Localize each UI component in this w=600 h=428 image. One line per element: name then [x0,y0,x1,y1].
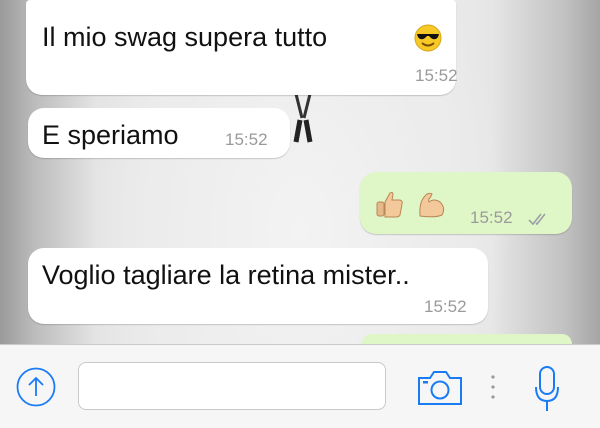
mic-icon[interactable] [534,365,560,413]
background-scissors-graphic [293,93,313,143]
thumbs-up-emoji-icon [376,191,403,218]
message-text: Voglio tagliare la retina mister.. [42,260,410,290]
message-composer-bar [0,344,600,428]
message-text: E speriamo [42,120,179,150]
flexed-biceps-emoji-icon [419,192,445,218]
sunglasses-emoji-icon [414,24,442,52]
read-receipt-icon [528,213,546,226]
message-text: Il mio swag supera tutto [42,22,328,52]
more-options-icon[interactable] [490,373,496,403]
message-input[interactable] [78,362,386,410]
message-time: 15:52 [470,208,513,227]
camera-icon[interactable] [416,369,464,407]
message-time: 15:52 [415,66,458,85]
message-bubble-incoming[interactable]: Il mio swag supera tutto 15:52 [26,0,458,95]
message-bubble-incoming[interactable]: E speriamo 15:52 [28,108,290,158]
message-time: 15:52 [424,297,467,316]
message-bubble-incoming[interactable]: Voglio tagliare la retina mister.. 15:52 [28,248,488,324]
message-time: 15:52 [225,130,268,149]
share-upload-icon[interactable] [16,367,56,407]
message-bubble-outgoing[interactable]: 15:52 [360,172,572,234]
